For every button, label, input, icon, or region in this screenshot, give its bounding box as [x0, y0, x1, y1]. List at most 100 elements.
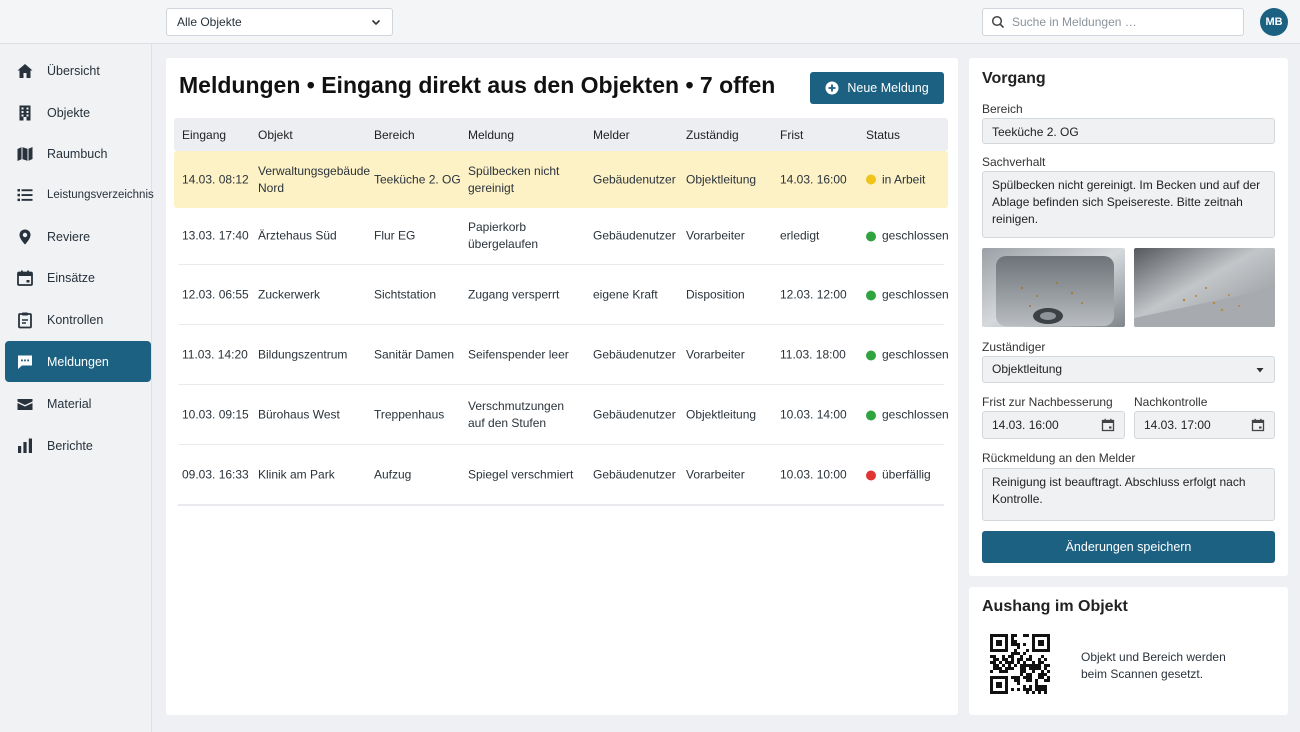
frist-value: 14.03. 16:00: [992, 417, 1059, 432]
table-row[interactable]: 14.03. 08:12 Verwaltungsgebäude Nord Teekü…: [174, 151, 948, 208]
status-dot-icon: [866, 231, 876, 241]
column-header-bereich[interactable]: Bereich: [374, 128, 415, 142]
search-box[interactable]: [982, 8, 1244, 36]
frist-date-input[interactable]: 14.03. 16:00: [982, 411, 1125, 439]
object-filter-value: Alle Objekte: [177, 15, 242, 29]
cell-frist: 10.03. 14:00: [780, 407, 847, 422]
cell-meldung: Zugang versperrt: [468, 287, 560, 302]
cell-bereich: Treppenhaus: [374, 407, 445, 422]
table-row[interactable]: 10.03. 09:15 Bürohaus West Treppenhaus Vers…: [178, 386, 949, 445]
rueckmeldung-textarea[interactable]: Reinigung ist beauftragt. Abschluss erfo…: [982, 468, 1275, 521]
column-header-zustaendig[interactable]: Zuständig: [686, 128, 739, 142]
calendar-icon[interactable]: [1251, 418, 1265, 432]
rueckmeldung-label: Rückmeldung an den Melder: [982, 451, 1136, 465]
cell-zustaendig: Vorarbeiter: [686, 228, 745, 243]
list-icon: [17, 188, 33, 201]
cell-melder: Gebäudenutzer: [593, 407, 676, 422]
column-header-melder[interactable]: Melder: [593, 128, 630, 142]
save-changes-button[interactable]: Änderungen speichern: [982, 531, 1275, 563]
status-badge: geschlossen: [866, 407, 949, 424]
cell-frist: erledigt: [780, 228, 820, 243]
notice-panel: Aushang im Objekt Objekt und Bereich wer…: [969, 587, 1288, 715]
sidebar-item-uebersicht[interactable]: Übersicht: [5, 50, 151, 91]
cell-zustaendig: Objektleitung: [686, 172, 757, 186]
column-header-frist[interactable]: Frist: [780, 128, 803, 142]
page-title: Meldungen • Eingang direkt aus den Objek…: [179, 72, 776, 98]
cell-frist: 11.03. 18:00: [780, 347, 846, 362]
table-row[interactable]: 13.03. 17:40 Ärztehaus Süd Flur EG Papierko…: [178, 208, 949, 265]
caret-down-icon: [1256, 367, 1264, 372]
cell-objekt: Zuckerwerk: [258, 287, 321, 302]
column-header-meldung[interactable]: Meldung: [468, 128, 514, 142]
sidebar-item-label: Einsätze: [47, 270, 95, 285]
cell-bereich: Flur EG: [374, 228, 416, 243]
cell-meldung: Papierkorb übergelaufen: [468, 220, 539, 251]
sachverhalt-textarea[interactable]: Spülbecken nicht gereinigt. Im Becken un…: [982, 171, 1275, 238]
cell-frist: 10.03. 10:00: [780, 467, 847, 482]
cell-zustaendig: Objektleitung: [686, 407, 757, 422]
top-bar: Alle Objekte MB: [0, 0, 1300, 44]
nachkontrolle-date-input[interactable]: 14.03. 17:00: [1134, 411, 1275, 439]
sidebar-item-einsaetze[interactable]: Einsätze: [5, 257, 151, 298]
photo-attachment-counter[interactable]: [1134, 248, 1275, 327]
table-header: Eingang Objekt Bereich Meldung Melder Zu…: [174, 118, 948, 151]
status-label: in Arbeit: [882, 172, 926, 186]
home-icon: [17, 63, 33, 78]
qr-code-icon: [990, 634, 1050, 694]
sidebar-item-material[interactable]: Material: [5, 383, 151, 424]
box-icon: [17, 398, 33, 410]
cell-objekt: Bürohaus West: [258, 407, 340, 422]
status-dot-icon: [866, 470, 876, 480]
sidebar-item-reviere[interactable]: Reviere: [5, 216, 151, 257]
cell-eingang: 10.03. 09:15: [182, 407, 249, 422]
sidebar-item-raumbuch[interactable]: Raumbuch: [5, 133, 151, 174]
calendar-icon[interactable]: [1101, 418, 1115, 432]
status-badge: in Arbeit: [866, 171, 925, 188]
zustaendiger-label: Zuständiger: [982, 340, 1046, 354]
cell-frist: 12.03. 12:00: [780, 287, 847, 302]
sidebar-item-objekte[interactable]: Objekte: [5, 92, 151, 133]
sidebar-item-label: Material: [47, 396, 92, 411]
sidebar-item-label: Meldungen: [47, 354, 109, 369]
status-dot-icon: [866, 410, 876, 420]
object-filter-select[interactable]: Alle Objekte: [166, 8, 393, 36]
table-row[interactable]: 12.03. 06:55 Zuckerwerk Sichtstation Zugang…: [178, 266, 949, 325]
cell-eingang: 12.03. 06:55: [182, 287, 249, 302]
column-header-objekt[interactable]: Objekt: [258, 128, 293, 142]
zustaendiger-select[interactable]: Objektleitung: [982, 356, 1275, 383]
case-detail-title: Vorgang: [982, 70, 1046, 87]
photo-attachment-sink[interactable]: [982, 248, 1125, 327]
new-report-button[interactable]: Neue Meldung: [810, 72, 944, 104]
cell-melder: Gebäudenutzer: [593, 347, 676, 362]
cell-melder: Gebäudenutzer: [593, 172, 676, 186]
bereich-field[interactable]: Teeküche 2. OG: [982, 118, 1275, 144]
sidebar-item-label: Objekte: [47, 105, 91, 120]
status-label: geschlossen: [882, 407, 949, 422]
sidebar-item-leistungsverzeichnis[interactable]: Leistungsverzeichnis: [5, 174, 154, 215]
status-label: überfällig: [882, 467, 931, 482]
nachkontrolle-label: Nachkontrolle: [1134, 395, 1208, 409]
column-header-status[interactable]: Status: [866, 128, 900, 142]
status-label: geschlossen: [882, 228, 949, 243]
cell-melder: Gebäudenutzer: [593, 467, 676, 482]
status-badge: geschlossen: [866, 287, 949, 304]
frist-label: Frist zur Nachbesserung: [982, 395, 1113, 409]
cell-eingang: 11.03. 14:20: [182, 347, 248, 362]
cell-objekt: Ärztehaus Süd: [258, 228, 337, 243]
cell-meldung: Spülbecken nicht gereinigt: [468, 163, 560, 195]
cell-eingang: 09.03. 16:33: [182, 467, 249, 482]
table-row[interactable]: 09.03. 16:33 Klinik am Park Aufzug Spiegel …: [178, 446, 944, 505]
cell-bereich: Sanitär Damen: [374, 347, 455, 362]
sidebar-item-label: Kontrollen: [47, 312, 104, 327]
zustaendiger-value: Objektleitung: [992, 362, 1063, 376]
column-header-eingang[interactable]: Eingang: [182, 128, 226, 142]
status-dot-icon: [866, 290, 876, 300]
table-row[interactable]: 11.03. 14:20 Bildungszentrum Sanitär Damen…: [178, 326, 949, 385]
sidebar-item-meldungen[interactable]: Meldungen: [5, 341, 151, 382]
sidebar-item-berichte[interactable]: Berichte: [5, 425, 151, 466]
nachkontrolle-value: 14.03. 17:00: [1144, 417, 1211, 432]
search-input[interactable]: [1012, 15, 1235, 29]
building-icon: [19, 105, 31, 120]
user-avatar[interactable]: MB: [1260, 8, 1288, 36]
sidebar-item-kontrollen[interactable]: Kontrollen: [5, 299, 151, 340]
